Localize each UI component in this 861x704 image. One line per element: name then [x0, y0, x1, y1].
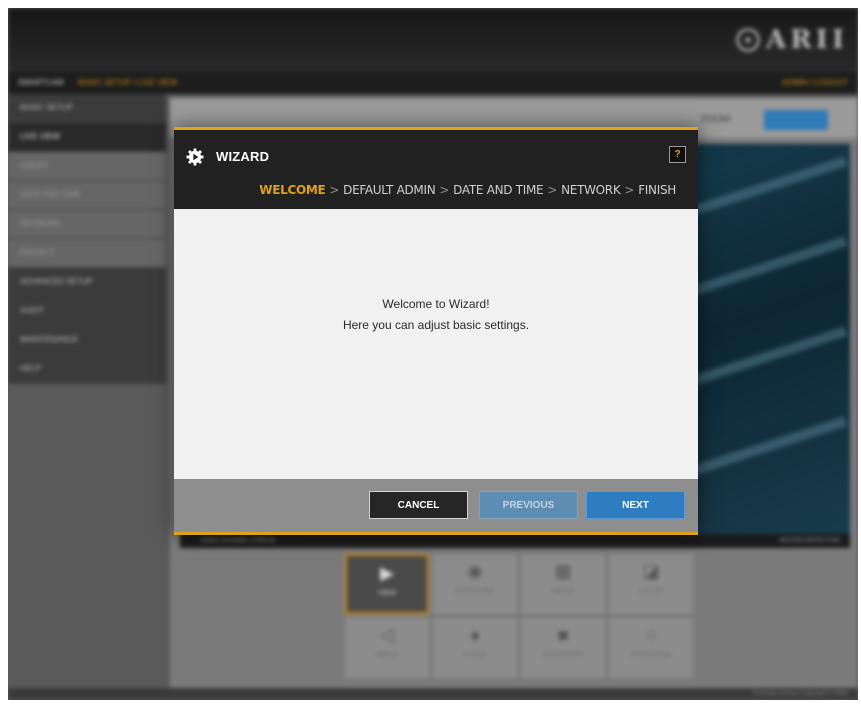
- tile-view[interactable]: ▶ VIEW: [345, 554, 429, 614]
- tile-flash[interactable]: ● FLASH: [433, 618, 517, 678]
- logo-icon: [735, 28, 760, 52]
- step-welcome: WELCOME: [259, 183, 326, 197]
- step-separator: >: [329, 183, 340, 197]
- previous-button[interactable]: PREVIOUS: [479, 491, 578, 519]
- wizard-steps: WELCOME > DEFAULT ADMIN > DATE AND TIME > NETW…: [259, 183, 676, 197]
- tile-label: EXPOSURE: [455, 588, 495, 595]
- tile-exposure[interactable]: ◉ EXPOSURE: [433, 554, 517, 614]
- sidebar-item-maintenance[interactable]: MAINTENANCE: [8, 326, 166, 355]
- breadcrumb-path[interactable]: BASIC SETUP / LIVE VIEW: [78, 72, 177, 94]
- help-button[interactable]: ?: [669, 146, 686, 163]
- tile-image[interactable]: ▦ IMAGE: [521, 554, 605, 614]
- video-info-bar: VIDEO CHANNEL STREAM MOTION DETECTION: [180, 534, 850, 548]
- wizard-dialog: WIZARD ? WELCOME > DEFAULT ADMIN > DATE AND …: [174, 127, 698, 535]
- tile-label: MEDIA: [375, 652, 399, 659]
- play-icon: ▶: [380, 563, 394, 583]
- sidebar-item-date-time[interactable]: DATE AND TIME: [8, 181, 166, 210]
- next-button[interactable]: NEXT: [586, 491, 685, 519]
- sidebar-item-network[interactable]: NETWORK: [8, 210, 166, 239]
- sidebar-item-help[interactable]: HELP: [8, 355, 166, 384]
- step-default-admin: DEFAULT ADMIN: [343, 183, 436, 197]
- sidebar: BASIC SETUP LIVE VIEW USERS DATE AND TIM…: [8, 94, 166, 690]
- tile-label: FLASH: [463, 652, 487, 659]
- sidebar-item-live-view[interactable]: LIVE VIEW: [8, 123, 166, 152]
- color-icon: ◪: [642, 561, 660, 581]
- tile-label: COLOR: [638, 588, 664, 595]
- sidebar-item-basic-setup[interactable]: BASIC SETUP: [8, 94, 166, 123]
- sidebar-item-advanced-setup[interactable]: ADVANCED SETUP: [8, 268, 166, 297]
- tile-streaming[interactable]: ○ STREAMING: [609, 618, 693, 678]
- video-streak: [672, 326, 848, 392]
- tile-color[interactable]: ◪ COLOR: [609, 554, 693, 614]
- image-icon: ▦: [554, 561, 572, 581]
- step-date-time: DATE AND TIME: [453, 183, 544, 197]
- sidebar-item-privacy[interactable]: PRIVACY: [8, 239, 166, 268]
- video-streak: [672, 236, 848, 302]
- wizard-body: Welcome to Wizard! Here you can adjust b…: [174, 209, 698, 479]
- exposure-icon: ◉: [467, 561, 483, 581]
- welcome-text: Here you can adjust basic settings.: [342, 318, 530, 332]
- user-menu[interactable]: ADMIN / LOGOUT: [782, 72, 848, 94]
- wizard-title: WIZARD: [216, 149, 270, 164]
- live-button[interactable]: [764, 110, 828, 130]
- wizard-footer: CANCEL PREVIOUS NEXT: [174, 479, 698, 532]
- step-network: NETWORK: [561, 183, 621, 197]
- settings-tiles: ▶ VIEW ◉ EXPOSURE ▦ IMAGE ◪ COLOR ◁ MEDI…: [345, 554, 697, 680]
- zoom-label: ZOOM: [700, 114, 730, 125]
- logo-text: ARII: [765, 25, 848, 55]
- breadcrumb-root[interactable]: SMARTCAM: [18, 72, 64, 94]
- tile-label: STREAMING: [630, 652, 672, 659]
- share-icon: ◁: [380, 625, 394, 645]
- flash-icon: ●: [469, 625, 481, 645]
- video-streak: [672, 156, 848, 222]
- top-bar: ARII: [8, 8, 858, 72]
- breadcrumb: SMARTCAM BASIC SETUP / LIVE VIEW ADMIN /…: [8, 72, 858, 94]
- app-window: ARII SMARTCAM BASIC SETUP / LIVE VIEW AD…: [8, 8, 858, 700]
- sidebar-item-users[interactable]: USERS: [8, 152, 166, 181]
- streaming-icon: ○: [645, 625, 657, 645]
- video-info-left: VIDEO CHANNEL STREAM: [200, 538, 276, 544]
- tile-label: IMAGE: [551, 588, 575, 595]
- sidebar-item-audit[interactable]: AUDIT: [8, 297, 166, 326]
- step-finish: FINISH: [638, 183, 676, 197]
- step-separator: >: [547, 183, 558, 197]
- step-separator: >: [439, 183, 450, 197]
- video-info-right: MOTION DETECTION: [779, 538, 840, 544]
- wizard-header: WIZARD ? WELCOME > DEFAULT ADMIN > DATE AND …: [174, 130, 698, 209]
- welcome-heading: Welcome to Wizard!: [382, 297, 490, 311]
- tile-label: VIEW: [378, 590, 396, 597]
- video-streak: [672, 416, 848, 482]
- tile-media[interactable]: ◁ MEDIA: [345, 618, 429, 678]
- step-separator: >: [624, 183, 635, 197]
- status-bar: Firmware version Copyright © ARRI: [8, 688, 858, 700]
- tile-label: RECORDER: [542, 652, 584, 659]
- cancel-button[interactable]: CANCEL: [369, 491, 468, 519]
- gear-play-icon: [186, 148, 204, 166]
- brand-logo: ARII: [735, 24, 848, 56]
- recorder-icon: ■: [557, 625, 569, 645]
- tile-recorder[interactable]: ■ RECORDER: [521, 618, 605, 678]
